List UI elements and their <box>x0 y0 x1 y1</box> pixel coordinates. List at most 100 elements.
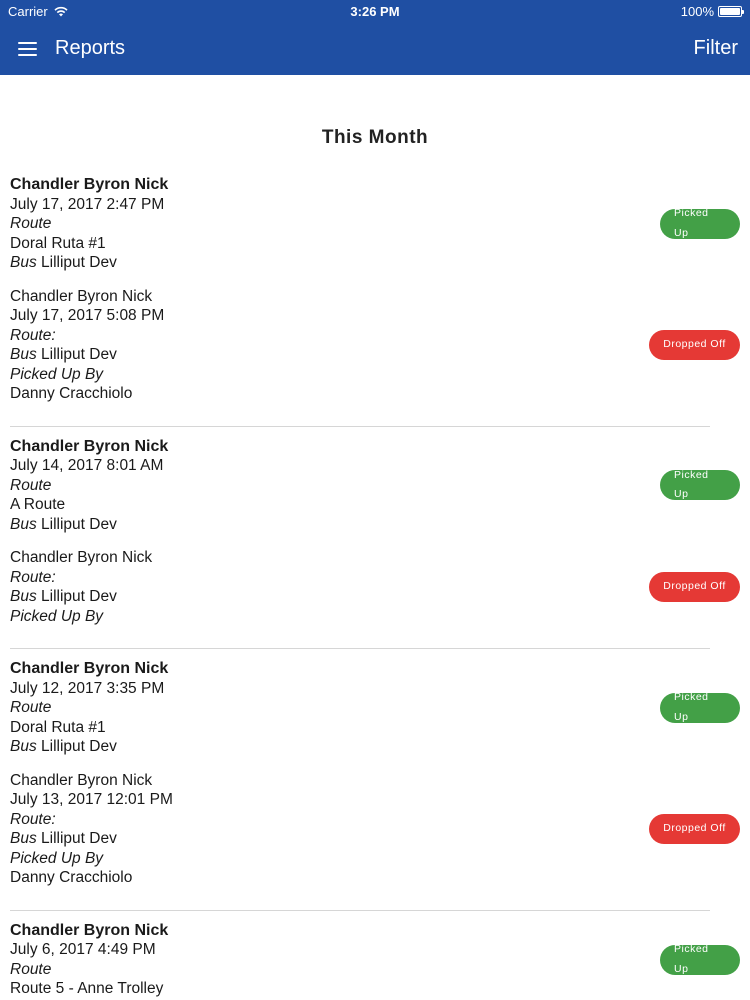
report-entry[interactable]: Chandler Byron Nick Route: Bus Lilliput De… <box>0 548 750 626</box>
entry-line: Route: <box>10 810 740 830</box>
entry-line: Bus Lilliput Dev <box>10 345 740 365</box>
report-group: Chandler Byron Nick July 14, 2017 8:01 AM… <box>10 425 740 649</box>
rider-name: Chandler Byron Nick <box>10 287 153 305</box>
report-entry[interactable]: Chandler Byron Nick July 12, 2017 3:35 PM… <box>0 659 750 757</box>
bus-value: Lilliput Dev <box>41 346 117 363</box>
entry-datetime: July 6, 2017 4:49 PM <box>10 941 156 958</box>
entry-datetime: July 17, 2017 5:08 PM <box>10 307 165 324</box>
report-entry[interactable]: Chandler Byron Nick July 17, 2017 2:47 PM… <box>0 175 750 273</box>
route-label: Route: <box>10 810 56 828</box>
picked-up-badge: Picked Up <box>660 207 740 239</box>
entry-line: July 17, 2017 2:47 PM <box>10 195 740 215</box>
report-groups: Chandler Byron Nick July 17, 2017 2:47 PM… <box>0 175 750 1000</box>
bus-value: Lilliput Dev <box>41 738 117 755</box>
route-label: Route <box>10 699 52 716</box>
report-entry[interactable]: Chandler Byron Nick July 17, 2017 5:08 PM… <box>0 287 750 404</box>
wifi-icon <box>54 6 68 16</box>
entry-line: Route <box>10 698 740 718</box>
entry-line: Picked Up By <box>10 365 740 385</box>
rider-name: Chandler Byron Nick <box>10 921 169 939</box>
entry-line: Chandler Byron Nick <box>10 175 740 195</box>
report-entry[interactable]: Chandler Byron Nick July 6, 2017 4:49 PM R… <box>0 921 750 999</box>
rider-name: Chandler Byron Nick <box>10 176 169 193</box>
report-group: Chandler Byron Nick July 6, 2017 4:49 PM R… <box>10 909 740 1000</box>
entry-line: Bus Lilliput Dev <box>10 515 740 535</box>
entry-line: Chandler Byron Nick <box>10 437 740 457</box>
report-entry[interactable]: Chandler Byron Nick July 13, 2017 12:01 P… <box>0 771 750 888</box>
entry-line: Picked Up By <box>10 849 740 869</box>
picked-up-badge: Picked Up <box>660 469 740 501</box>
entry-line: July 6, 2017 4:49 PM <box>10 940 740 960</box>
entry-line: Picked Up By <box>10 607 740 627</box>
picked-up-badge: Picked Up <box>660 691 740 723</box>
filter-button[interactable]: Filter <box>694 37 738 60</box>
route-label: Route <box>10 476 52 494</box>
route-value: Doral Ruta #1 <box>10 234 106 252</box>
entry-line: July 12, 2017 3:35 PM <box>10 679 740 699</box>
carrier-label: Carrier <box>8 3 48 19</box>
entry-line: July 13, 2017 12:01 PM <box>10 790 740 810</box>
entry-line: Doral Ruta #1 <box>10 234 740 254</box>
route-label: Route: <box>10 568 56 586</box>
entry-line: Route: <box>10 326 740 346</box>
entry-line: Chandler Byron Nick <box>10 659 740 679</box>
picked-up-badge: Picked Up <box>660 943 740 975</box>
entry-line: Route: <box>10 568 740 588</box>
entry-line: Doral Ruta #1 <box>10 718 740 738</box>
rider-name: Chandler Byron Nick <box>10 771 153 789</box>
status-right: 100% <box>680 3 744 19</box>
bus-label: Bus <box>10 738 37 755</box>
entry-line: Route <box>10 960 740 980</box>
page-title: Reports <box>55 37 126 59</box>
picked-up-by-label: Picked Up By <box>10 365 104 383</box>
status-bar: Carrier 3:26 PM 100% <box>0 0 750 22</box>
entry-line: Route <box>10 214 740 234</box>
route-label: Route <box>10 960 52 978</box>
entry-datetime: July 12, 2017 3:35 PM <box>10 679 165 697</box>
hamburger-menu-icon[interactable] <box>18 41 37 56</box>
dropped-off-badge: Dropped Off <box>649 814 740 844</box>
report-group: Chandler Byron Nick July 12, 2017 3:35 PM… <box>10 648 740 910</box>
rider-name: Chandler Byron Nick <box>10 549 153 566</box>
picked-up-by-value: Danny Cracchiolo <box>10 869 133 886</box>
bus-label: Bus <box>10 830 37 847</box>
bus-value: Lilliput Dev <box>41 830 117 847</box>
reports-list[interactable]: This Month Chandler Byron Nick July 17, 2… <box>0 75 750 1000</box>
entry-datetime: July 14, 2017 8:01 AM <box>10 457 164 474</box>
entry-line: Bus Lilliput Dev <box>10 829 740 849</box>
entry-line: Route <box>10 476 740 496</box>
entry-datetime: July 17, 2017 2:47 PM <box>10 195 165 213</box>
entry-line: July 17, 2017 5:08 PM <box>10 306 740 326</box>
entry-line: Bus Lilliput Dev <box>10 253 740 273</box>
rider-name: Chandler Byron Nick <box>10 437 169 455</box>
status-time: 3:26 PM <box>350 3 400 19</box>
battery-icon <box>718 5 744 17</box>
section-title: This Month <box>321 127 429 148</box>
nav-left: Reports <box>18 37 125 60</box>
status-left: Carrier <box>8 4 68 19</box>
route-label: Route <box>10 215 52 232</box>
report-entry[interactable]: Chandler Byron Nick July 14, 2017 8:01 AM… <box>0 437 750 535</box>
bus-label: Bus <box>10 588 37 605</box>
entry-line: Bus Lilliput Dev <box>10 587 740 607</box>
entry-line: Danny Cracchiolo <box>10 868 740 888</box>
entry-line: A Route <box>10 495 740 515</box>
entry-line: Route 5 - Anne Trolley <box>10 979 740 999</box>
entry-line: Chandler Byron Nick <box>10 287 740 307</box>
bus-value: Lilliput Dev <box>41 515 117 533</box>
battery-fill <box>720 7 740 15</box>
entry-line: Chandler Byron Nick <box>10 548 740 568</box>
bus-label: Bus <box>10 254 37 271</box>
route-label: Route: <box>10 326 56 344</box>
rider-name: Chandler Byron Nick <box>10 660 169 677</box>
entry-line: Bus Lilliput Dev <box>10 737 740 757</box>
bus-label: Bus <box>10 346 37 363</box>
picked-up-by-label: Picked Up By <box>10 849 104 867</box>
route-value: Doral Ruta #1 <box>10 718 106 736</box>
entry-datetime: July 13, 2017 12:01 PM <box>10 791 173 808</box>
battery-percent: 100% <box>680 3 714 19</box>
entry-line: July 14, 2017 8:01 AM <box>10 456 740 476</box>
entry-line: Chandler Byron Nick <box>10 921 740 941</box>
dropped-off-badge: Dropped Off <box>649 572 740 602</box>
entry-line: Chandler Byron Nick <box>10 771 740 791</box>
